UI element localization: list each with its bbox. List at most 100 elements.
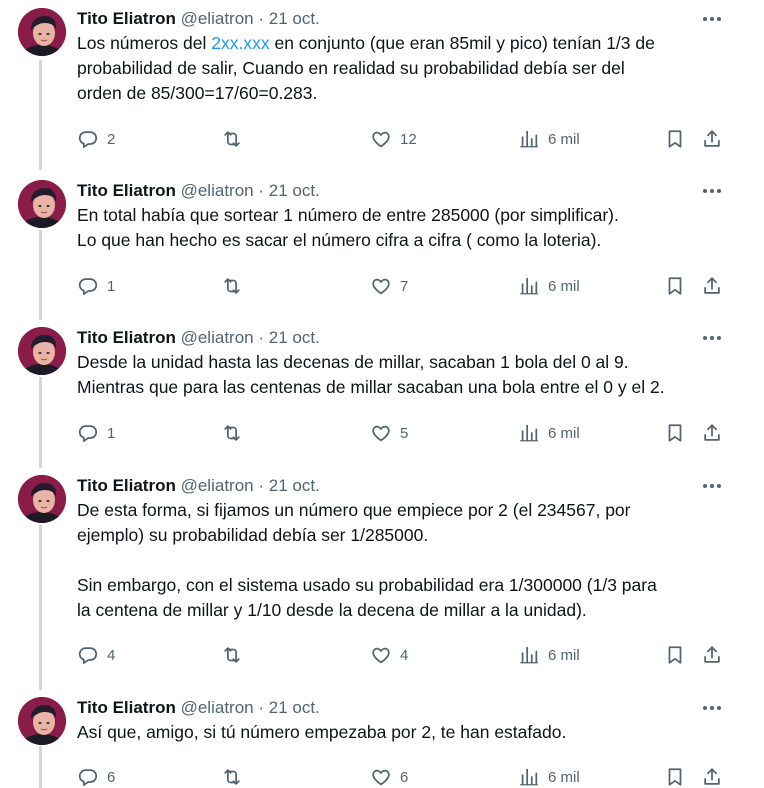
likes-count: 7 [400, 277, 409, 295]
retweet-button[interactable] [221, 274, 243, 298]
retweet-button[interactable] [221, 421, 243, 445]
share-icon [701, 422, 723, 444]
tweet-header: Tito Eliatron @eliatron · 21 oct. [77, 8, 320, 30]
like-button[interactable]: 7 [370, 274, 408, 298]
tweet[interactable]: Tito Eliatron @eliatron · 21 oct. Los núm… [0, 8, 764, 151]
author-handle[interactable]: @eliatron [181, 181, 254, 200]
retweet-button[interactable] [221, 643, 243, 667]
avatar[interactable] [18, 327, 66, 375]
bookmark-button[interactable] [664, 765, 686, 788]
retweet-icon [221, 275, 243, 297]
tweet-text: De esta forma, si fijamos un número que … [77, 498, 737, 623]
author-handle[interactable]: @eliatron [181, 328, 254, 347]
tweet[interactable]: Tito Eliatron @eliatron · 21 oct. Así que… [0, 697, 764, 788]
share-icon [701, 128, 723, 150]
retweet-button[interactable] [221, 765, 243, 788]
share-icon [701, 644, 723, 666]
views-button[interactable]: 6 mil [518, 274, 580, 298]
retweet-button[interactable] [221, 127, 243, 151]
author-handle[interactable]: @eliatron [181, 476, 254, 495]
tweet-date[interactable]: 21 oct. [269, 476, 320, 495]
reply-button[interactable]: 2 [77, 127, 115, 151]
views-count: 6 mil [548, 768, 580, 786]
author-handle[interactable]: @eliatron [181, 9, 254, 28]
more-icon[interactable] [698, 182, 726, 200]
bookmark-button[interactable] [664, 274, 686, 298]
avatar[interactable] [18, 8, 66, 56]
avatar[interactable] [18, 475, 66, 523]
author-name[interactable]: Tito Eliatron [77, 476, 176, 495]
views-icon [518, 644, 540, 666]
bookmark-button[interactable] [664, 127, 686, 151]
author-name[interactable]: Tito Eliatron [77, 9, 176, 28]
likes-count: 5 [400, 424, 409, 442]
tweet-text: Desde la unidad hasta las decenas de mil… [77, 350, 737, 400]
share-button[interactable] [701, 274, 723, 298]
reply-button[interactable]: 6 [77, 765, 115, 788]
tweet-date[interactable]: 21 oct. [269, 698, 320, 717]
tweet-text-line: orden de 85/300=17/60=0.283. [77, 83, 318, 103]
author-handle[interactable]: @eliatron [181, 698, 254, 717]
author-name[interactable]: Tito Eliatron [77, 698, 176, 717]
tweet-text: En total había que sortear 1 número de e… [77, 203, 737, 253]
author-name[interactable]: Tito Eliatron [77, 328, 176, 347]
reply-button[interactable]: 4 [77, 643, 115, 667]
tweet-date[interactable]: 21 oct. [269, 9, 320, 28]
bookmark-button[interactable] [664, 643, 686, 667]
share-button[interactable] [701, 421, 723, 445]
bookmark-icon [664, 766, 686, 788]
tweet-text: Los números del 2xx.xxx en conjunto (que… [77, 31, 737, 106]
more-icon[interactable] [698, 477, 726, 495]
replies-count: 4 [107, 646, 116, 664]
bookmark-button[interactable] [664, 421, 686, 445]
action-bar: 2 12 6 mil [0, 127, 764, 151]
views-button[interactable]: 6 mil [518, 127, 580, 151]
action-bar: 1 7 6 mil [0, 274, 764, 298]
like-button[interactable]: 12 [370, 127, 417, 151]
more-icon[interactable] [698, 10, 726, 28]
share-button[interactable] [701, 765, 723, 788]
avatar[interactable] [18, 180, 66, 228]
avatar[interactable] [18, 697, 66, 745]
share-button[interactable] [701, 127, 723, 151]
like-button[interactable]: 5 [370, 421, 408, 445]
retweet-icon [221, 644, 243, 666]
likes-count: 6 [400, 768, 409, 786]
more-icon[interactable] [698, 699, 726, 717]
tweet-header: Tito Eliatron @eliatron · 21 oct. [77, 327, 320, 349]
action-bar: 4 4 6 mil [0, 643, 764, 667]
author-name[interactable]: Tito Eliatron [77, 181, 176, 200]
views-count: 6 mil [548, 130, 580, 148]
like-button[interactable]: 6 [370, 765, 408, 788]
separator-dot: · [258, 476, 265, 495]
reply-button[interactable]: 1 [77, 274, 115, 298]
views-button[interactable]: 6 mil [518, 643, 580, 667]
reply-button[interactable]: 1 [77, 421, 115, 445]
tweet-date[interactable]: 21 oct. [269, 181, 320, 200]
tweet-text-line: probabilidad de salir, Cuando en realida… [77, 58, 625, 78]
retweet-icon [221, 766, 243, 788]
more-icon[interactable] [698, 329, 726, 347]
reply-icon [77, 128, 99, 150]
tweet-text-line: De esta forma, si fijamos un número que … [77, 500, 631, 520]
tweet-text-line: Sin embargo, con el sistema usado su pro… [77, 575, 657, 595]
tweet-date[interactable]: 21 oct. [269, 328, 320, 347]
tweet[interactable]: Tito Eliatron @eliatron · 21 oct. Desde l… [0, 327, 764, 445]
paragraph-break [77, 548, 737, 573]
heart-icon [370, 422, 392, 444]
separator-dot: · [258, 698, 265, 717]
views-button[interactable]: 6 mil [518, 765, 580, 788]
tweet-text-line: ejemplo) su probabilidad debía ser 1/285… [77, 525, 429, 545]
views-button[interactable]: 6 mil [518, 421, 580, 445]
tweet[interactable]: Tito Eliatron @eliatron · 21 oct. De esta… [0, 475, 764, 667]
separator-dot: · [258, 9, 265, 28]
tweet-header: Tito Eliatron @eliatron · 21 oct. [77, 180, 320, 202]
like-button[interactable]: 4 [370, 643, 408, 667]
tweet-text-line: Desde la unidad hasta las decenas de mil… [77, 352, 629, 372]
share-button[interactable] [701, 643, 723, 667]
inline-link[interactable]: 2xx.xxx [211, 33, 269, 53]
tweet[interactable]: Tito Eliatron @eliatron · 21 oct. En tota… [0, 180, 764, 298]
retweet-icon [221, 422, 243, 444]
tweet-text: Así que, amigo, si tú número empezaba po… [77, 720, 737, 745]
tweet-text-line: En total había que sortear 1 número de e… [77, 205, 619, 225]
